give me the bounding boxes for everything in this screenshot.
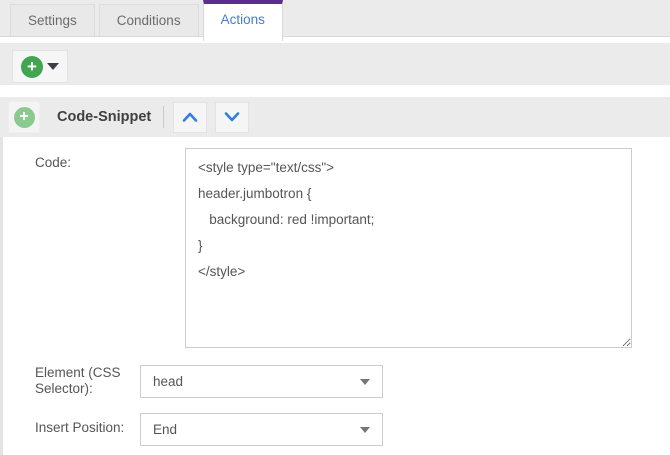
insert-position-label: Insert Position: [35,420,124,436]
code-textarea[interactable]: <style type="text/css"> header.jumbotron… [185,148,632,348]
code-snippet-section-header: + Code-Snippet [0,97,670,137]
move-up-button[interactable] [173,102,207,133]
code-snippet-form: Code: <style type="text/css"> header.jum… [0,137,670,455]
plus-circle-icon: + [14,107,35,128]
insert-position-value: End [153,422,177,437]
actions-toolbar: + [0,43,670,85]
caret-down-icon [360,427,370,433]
add-action-button[interactable]: + [12,50,68,83]
section-title: Code-Snippet [57,109,151,125]
element-selector-dropdown[interactable]: head [140,365,383,398]
tab-settings[interactable]: Settings [10,4,95,36]
move-down-button[interactable] [215,102,249,133]
tab-bar: Settings Conditions Actions [0,0,670,37]
plus-circle-icon: + [21,56,43,78]
add-snippet-button[interactable]: + [8,101,40,133]
caret-down-icon [47,63,59,70]
tab-conditions[interactable]: Conditions [99,4,199,36]
element-selector-label: Element (CSS Selector): [35,365,141,397]
chevron-up-icon [181,110,199,124]
chevron-down-icon [223,110,241,124]
divider [163,106,164,128]
tab-actions[interactable]: Actions [203,0,283,41]
insert-position-dropdown[interactable]: End [140,413,383,446]
code-label: Code: [35,155,71,171]
action-editor-panel: Settings Conditions Actions + + Code-Sni… [0,0,670,455]
caret-down-icon [360,379,370,385]
element-selector-value: head [153,374,183,389]
